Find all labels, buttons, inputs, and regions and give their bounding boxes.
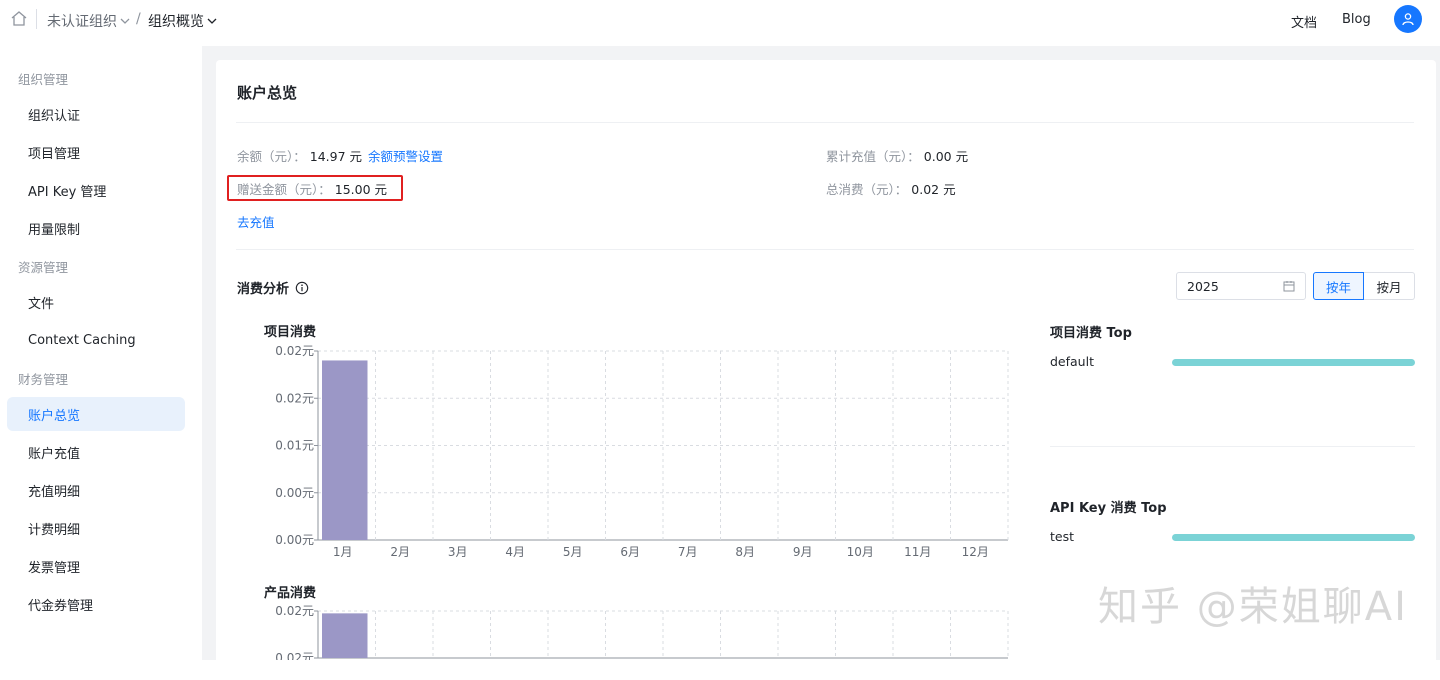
page-title: 账户总览 — [237, 84, 298, 102]
chart-title: 产品消费 — [264, 586, 317, 601]
divider — [236, 249, 1414, 250]
org-name: 未认证组织 — [47, 14, 117, 30]
divider — [236, 122, 1414, 123]
sidebar-item-billing-details[interactable]: 计费明细 — [7, 511, 185, 545]
bar — [322, 613, 368, 658]
sidebar-item-recharge[interactable]: 账户充值 — [7, 435, 185, 469]
by-month-toggle[interactable]: 按月 — [1364, 272, 1415, 300]
page-switcher[interactable]: 组织概览 — [148, 11, 217, 31]
highlight-box — [227, 175, 403, 201]
recharge-row: 去充值 — [237, 212, 275, 231]
y-tick-label: 0.00元 — [275, 533, 314, 547]
product-spend-chart: 0.02元 0.02元 — [275, 604, 1009, 660]
x-tick-label: 5月 — [563, 545, 583, 559]
breadcrumb-separator: / — [136, 11, 141, 27]
home-icon[interactable] — [10, 10, 28, 28]
x-tick-label: 7月 — [678, 545, 698, 559]
balance-label: 余额（元）： — [237, 149, 306, 164]
apikey-top-item-bar — [1172, 534, 1415, 541]
total-spend-value: 0.02 元 — [911, 182, 956, 197]
calendar-icon — [1283, 281, 1295, 292]
sidebar-item-context-caching[interactable]: Context Caching — [7, 323, 185, 357]
x-tick-label: 6月 — [620, 545, 640, 559]
x-tick-label: 4月 — [505, 545, 525, 559]
apikey-top-title: API Key 消费 Top — [1050, 501, 1167, 516]
by-year-toggle[interactable]: 按年 — [1313, 272, 1364, 300]
sidebar-item-account-overview[interactable]: 账户总览 — [7, 397, 185, 431]
total-spend-row: 总消费（元）： 0.02 元 — [826, 179, 956, 198]
sidebar-group-org: 组织管理 — [18, 72, 69, 87]
year-value: 2025 — [1187, 278, 1219, 294]
info-icon[interactable] — [295, 281, 309, 295]
apikey-top-item-label: test — [1050, 529, 1075, 544]
recharge-link[interactable]: 去充值 — [237, 212, 275, 231]
sidebar-item-usage-limits[interactable]: 用量限制 — [7, 211, 185, 245]
sidebar-group-resources: 资源管理 — [18, 260, 69, 275]
total-recharge-row: 累计充值（元）： 0.00 元 — [826, 146, 968, 165]
y-tick-label: 0.02元 — [275, 344, 314, 358]
total-recharge-label: 累计充值（元）： — [826, 149, 920, 164]
x-tick-label: 2月 — [390, 545, 410, 559]
sidebar-item-api-keys[interactable]: API Key 管理 — [7, 173, 185, 207]
analysis-title: 消费分析 — [237, 282, 290, 297]
x-tick-label: 10月 — [847, 545, 874, 559]
project-top-item-label: default — [1050, 354, 1094, 369]
divider — [1050, 446, 1415, 447]
sidebar-item-projects[interactable]: 项目管理 — [7, 135, 185, 169]
sidebar-item-invoices[interactable]: 发票管理 — [7, 549, 185, 583]
divider — [36, 9, 37, 29]
x-tick-label: 3月 — [448, 545, 468, 559]
y-tick-label: 0.00元 — [275, 486, 314, 500]
balance-value: 14.97 元 — [309, 149, 363, 164]
y-tick-label: 0.02元 — [275, 604, 314, 618]
y-tick-label: 0.01元 — [275, 439, 314, 453]
bar — [322, 360, 368, 540]
x-tick-label: 1月 — [333, 545, 353, 559]
chevron-down-icon — [207, 18, 217, 24]
project-top-item-bar — [1172, 359, 1415, 366]
sidebar-item-vouchers[interactable]: 代金券管理 — [7, 587, 185, 621]
project-top-title: 项目消费 Top — [1050, 326, 1132, 341]
x-tick-label: 12月 — [962, 545, 989, 559]
balance-row: 余额（元）： 14.97 元 余额预警设置 — [237, 146, 443, 165]
y-tick-label: 0.02元 — [275, 651, 314, 660]
y-tick-label: 0.02元 — [275, 391, 314, 405]
total-recharge-value: 0.00 元 — [923, 149, 969, 164]
year-picker[interactable]: 2025 — [1176, 272, 1306, 300]
x-tick-label: 8月 — [735, 545, 755, 559]
avatar[interactable] — [1394, 5, 1422, 33]
sidebar-item-recharge-details[interactable]: 充值明细 — [7, 473, 185, 507]
analysis-header: 消费分析 — [237, 278, 309, 297]
org-switcher[interactable]: 未认证组织 — [47, 11, 130, 31]
sidebar-item-org-verify[interactable]: 组织认证 — [7, 97, 185, 131]
top-bar: 未认证组织 / 组织概览 文档 Blog — [0, 0, 1440, 46]
docs-link[interactable]: 文档 — [1291, 12, 1317, 31]
blog-link[interactable]: Blog — [1342, 12, 1371, 27]
user-icon — [1402, 13, 1414, 26]
balance-alert-link[interactable]: 余额预警设置 — [368, 146, 443, 165]
project-spend-chart: 0.00元 0.00元 0.01元 0.02元 0.02元 1月 2月 3月 4月 5月 6月 7月 8… — [275, 344, 1009, 559]
total-spend-label: 总消费（元）： — [826, 182, 908, 197]
x-tick-label: 9月 — [793, 545, 813, 559]
page-name: 组织概览 — [148, 14, 204, 30]
x-tick-label: 11月 — [904, 545, 931, 559]
sidebar-group-finance: 财务管理 — [18, 372, 69, 387]
watermark: 知乎 @荣姐聊AI — [1098, 584, 1408, 630]
chevron-down-icon — [120, 18, 130, 24]
chart-title: 项目消费 — [264, 325, 317, 340]
sidebar-item-files[interactable]: 文件 — [7, 285, 185, 319]
